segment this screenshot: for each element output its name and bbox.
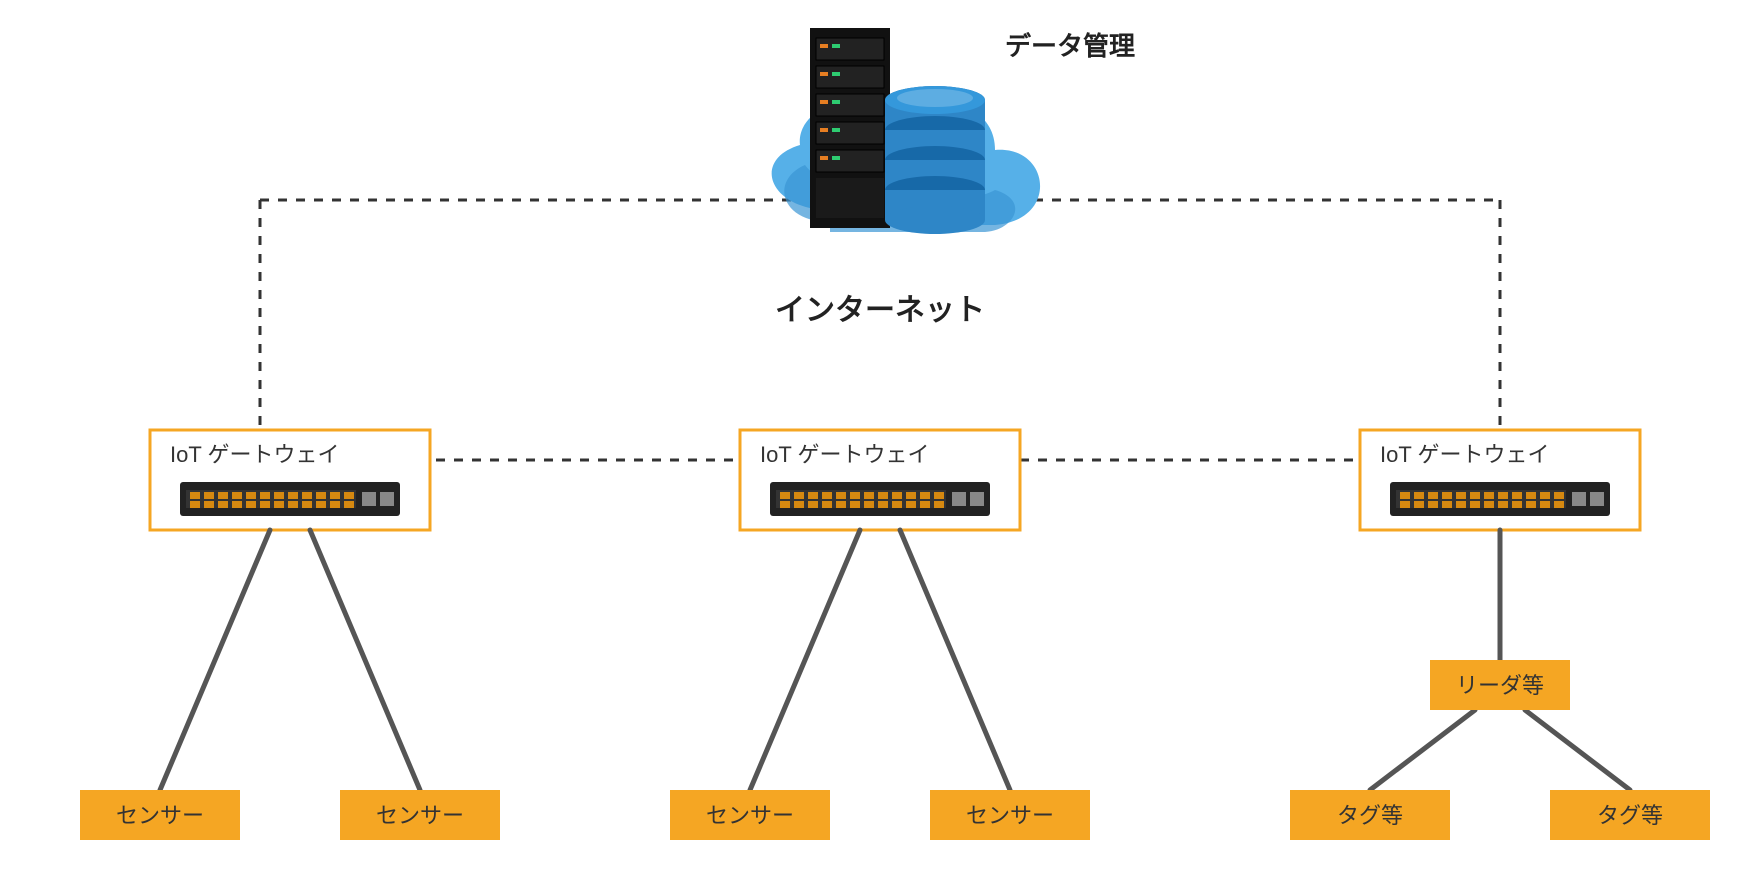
iot-gateway-1: IoT ゲートウェイ <box>150 430 430 530</box>
iot-gateway-3: IoT ゲートウェイ <box>1360 430 1640 530</box>
iot-gateway-2: IoT ゲートウェイ <box>740 430 1020 530</box>
switch-icon <box>770 482 990 516</box>
leaf-label: タグ等 <box>1597 803 1663 828</box>
leaf-label: タグ等 <box>1337 803 1403 828</box>
internet-label: インターネット <box>775 294 985 327</box>
reader-label: リーダ等 <box>1456 673 1544 698</box>
leaf-label: センサー <box>706 803 794 828</box>
data-management-label: データ管理 <box>1005 31 1135 61</box>
sensor-node: センサー <box>80 790 240 840</box>
sensor-node: センサー <box>670 790 830 840</box>
server-icon <box>810 28 890 228</box>
gateway-label: IoT ゲートウェイ <box>170 442 340 467</box>
leaf-label: センサー <box>966 803 1054 828</box>
sensor-node: センサー <box>930 790 1090 840</box>
tag-node: タグ等 <box>1550 790 1710 840</box>
switch-icon <box>1390 482 1610 516</box>
reader-node: リーダ等 <box>1430 660 1570 710</box>
leaf-label: センサー <box>116 803 204 828</box>
leaf-label: センサー <box>376 803 464 828</box>
gateway-label: IoT ゲートウェイ <box>760 442 930 467</box>
database-icon <box>885 86 985 234</box>
switch-icon <box>180 482 400 516</box>
gateway-label: IoT ゲートウェイ <box>1380 442 1550 467</box>
tag-node: タグ等 <box>1290 790 1450 840</box>
sensor-node: センサー <box>340 790 500 840</box>
